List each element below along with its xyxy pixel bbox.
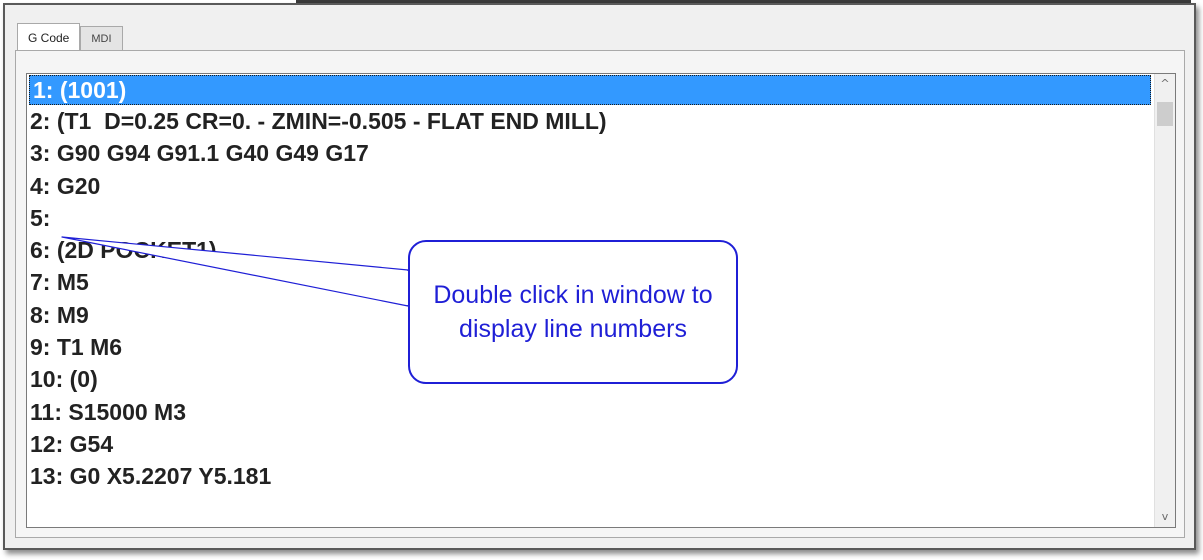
scroll-thumb[interactable] (1157, 102, 1173, 126)
tab-strip: G Code MDI (17, 23, 123, 51)
vertical-scrollbar[interactable]: ^ v (1154, 74, 1175, 527)
tab-mdi[interactable]: MDI (80, 26, 123, 50)
code-line[interactable]: 3: G90 G94 G91.1 G40 G49 G17 (27, 137, 1153, 169)
tab-g-code[interactable]: G Code (17, 23, 81, 50)
scroll-down-arrow-icon[interactable]: v (1155, 507, 1175, 527)
code-line[interactable]: 13: G0 X5.2207 Y5.181 (27, 460, 1153, 492)
code-line[interactable]: 2: (T1 D=0.25 CR=0. - ZMIN=-0.505 - FLAT… (27, 105, 1153, 137)
scroll-up-arrow-icon[interactable]: ^ (1155, 74, 1175, 94)
code-line[interactable]: 11: S15000 M3 (27, 396, 1153, 428)
code-line[interactable]: 12: G54 (27, 428, 1153, 460)
code-line[interactable]: 4: G20 (27, 170, 1153, 202)
code-line[interactable]: 5: (27, 202, 1153, 234)
callout-box: Double click in window to display line n… (408, 240, 738, 384)
code-line-selected[interactable]: 1: (1001) (29, 75, 1151, 105)
callout-text: Double click in window to display line n… (433, 281, 713, 343)
